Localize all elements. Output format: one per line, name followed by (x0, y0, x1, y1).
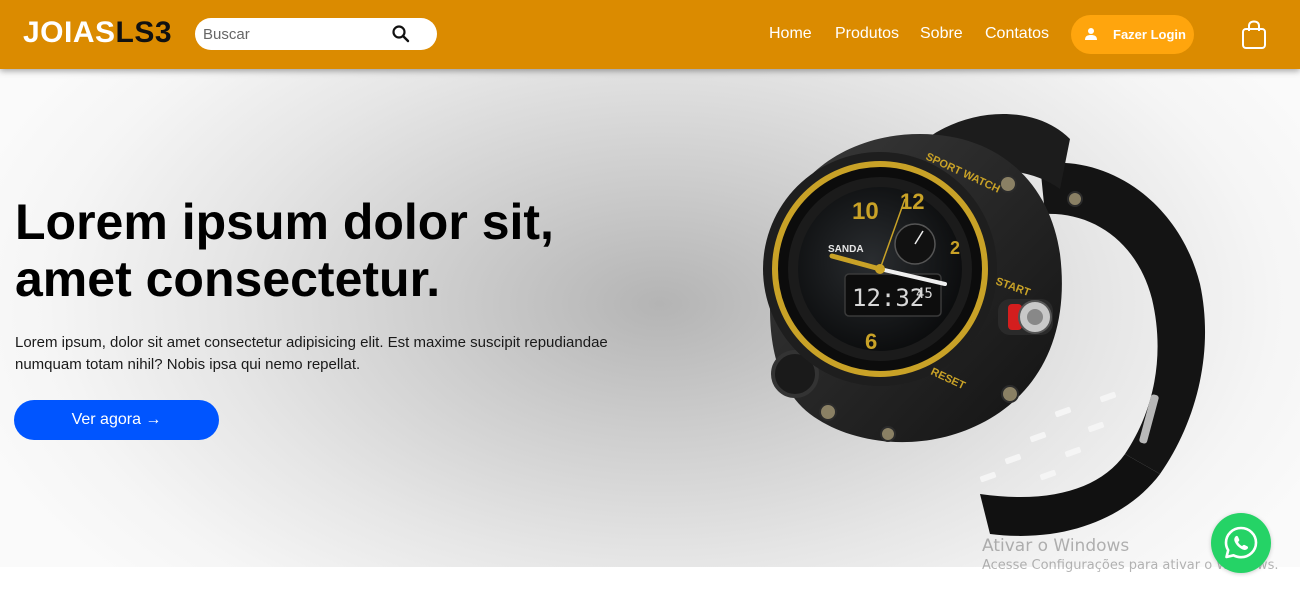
watch-brand: SANDA (828, 244, 864, 255)
numeral-2: 2 (950, 238, 960, 258)
user-icon (1085, 28, 1097, 40)
brand-logo[interactable]: JOIASLS3 (23, 16, 172, 50)
shopping-bag-icon[interactable] (1241, 20, 1267, 50)
digital-seconds: 45 (916, 286, 933, 302)
numeral-6: 6 (865, 329, 877, 354)
nav-link-home[interactable]: Home (769, 24, 812, 44)
nav-link-produtos[interactable]: Produtos (835, 24, 899, 44)
digital-time: 12:32 (852, 284, 924, 312)
search-bar (195, 18, 437, 50)
logo-text-primary: JOIAS (23, 16, 116, 49)
search-icon[interactable] (391, 24, 411, 44)
hero-headline-line1: Lorem ipsum dolor sit, (15, 194, 554, 250)
login-button[interactable]: Fazer Login (1071, 15, 1194, 54)
numeral-10: 10 (852, 198, 879, 225)
nav-link-contatos[interactable]: Contatos (985, 24, 1049, 44)
nav-link-sobre[interactable]: Sobre (920, 24, 963, 44)
logo-text-secondary: LS3 (115, 16, 173, 49)
sport-watch-image: SPORT WATCH START RESET 10 12 2 6 SANDA … (763, 113, 1206, 536)
hero-headline: Lorem ipsum dolor sit, amet consectetur. (15, 194, 695, 308)
hero-section: Lorem ipsum dolor sit, amet consectetur.… (0, 69, 1300, 567)
search-input[interactable] (203, 24, 383, 44)
top-navbar: JOIASLS3 Home Produtos Sobre Contatos Fa… (0, 0, 1300, 69)
hero-headline-line2: amet consectetur. (15, 251, 441, 307)
login-button-label: Fazer Login (1113, 27, 1186, 42)
whatsapp-icon (1224, 526, 1258, 559)
whatsapp-button[interactable] (1211, 513, 1271, 573)
ver-agora-button[interactable]: Ver agora → (14, 400, 219, 440)
hero-description: Lorem ipsum, dolor sit amet consectetur … (15, 334, 608, 373)
